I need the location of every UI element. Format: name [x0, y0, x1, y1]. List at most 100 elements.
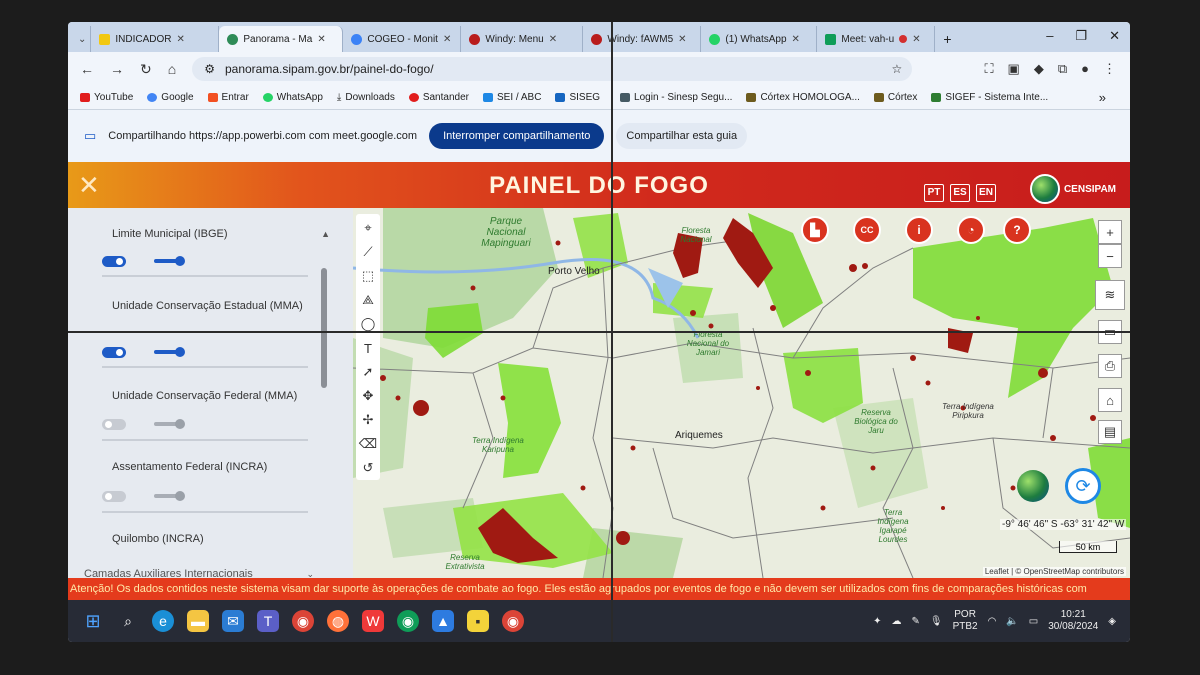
layers-icon[interactable]: ≋ [1095, 280, 1125, 310]
text-icon[interactable]: T [358, 336, 378, 360]
mail-icon[interactable]: ✉ [222, 610, 244, 632]
new-tab-button[interactable]: + [935, 26, 959, 52]
opacity-slider[interactable] [154, 491, 185, 501]
collapse-arrow-icon[interactable]: ▲ [321, 226, 330, 242]
site-info-icon[interactable]: ⚙ [204, 62, 215, 76]
extension-icon[interactable]: ⛶ [984, 61, 993, 77]
tab[interactable]: Windy: fAWM5 ✕ [583, 26, 702, 52]
extension-icon[interactable]: ◆ [1034, 61, 1044, 77]
keyboard-language[interactable]: POR PTB2 [953, 609, 978, 633]
close-icon[interactable]: ✕ [678, 34, 686, 45]
bookmark[interactable]: WhatsApp [262, 92, 323, 103]
stop-sharing-button[interactable]: Interromper compartilhamento [429, 123, 605, 149]
undo-icon[interactable]: ↺ [358, 456, 378, 480]
lang-pt-button[interactable]: PT [924, 184, 944, 202]
bookmark-star-icon[interactable]: ☆ [891, 62, 902, 76]
cursor-icon[interactable]: ➚ [358, 360, 378, 384]
square-icon[interactable]: ⬚ [358, 264, 378, 288]
back-icon[interactable]: ← [80, 61, 94, 77]
tab[interactable]: COGEO - Monit ✕ [343, 26, 462, 52]
cloud-icon[interactable]: ☁ [891, 616, 901, 627]
sticky-notes-icon[interactable]: ▪ [467, 610, 489, 632]
pie-button[interactable]: ◔ [957, 216, 985, 244]
pen-icon[interactable]: ✎ [911, 616, 919, 627]
layer-toggle[interactable] [102, 347, 126, 358]
forward-icon[interactable]: → [110, 61, 124, 77]
tab[interactable]: Meet: vah-u ✕ [817, 26, 936, 52]
profile-avatar[interactable]: ● [1081, 61, 1089, 77]
chrome-icon[interactable]: ◉ [292, 610, 314, 632]
volume-icon[interactable]: 🔈 [1006, 616, 1018, 627]
fire-map[interactable]: Porto Velho Ariquemes Parque Nacional Ma… [353, 208, 1130, 578]
tab[interactable]: (1) WhatsApp ✕ [701, 26, 818, 52]
restore-icon[interactable]: ❐ [1075, 28, 1087, 44]
bookmark[interactable]: Login - Sinesp Segu... [620, 92, 732, 103]
firefox-icon[interactable]: ◍ [327, 610, 349, 632]
bookmark[interactable]: SIGEF - Sistema Inte... [931, 92, 1048, 103]
close-icon[interactable]: ✕ [912, 34, 920, 45]
info-button[interactable]: i [905, 216, 933, 244]
search-icon[interactable]: ⌕ [117, 610, 139, 632]
chart-button[interactable]: ▙ [801, 216, 829, 244]
layer-toggle[interactable] [102, 491, 126, 502]
zoom-out-button[interactable]: − [1098, 244, 1122, 268]
close-icon[interactable]: ✕ [792, 34, 800, 45]
minimize-icon[interactable]: – [1046, 28, 1053, 44]
tab[interactable]: Windy: Menu ✕ [461, 26, 584, 52]
tab-list-button[interactable]: ⌄ [74, 26, 92, 52]
bookmark[interactable]: Santander [408, 92, 469, 103]
layer-toggle[interactable] [102, 419, 126, 430]
copilot-icon[interactable]: ✦ [873, 616, 881, 627]
bookmark[interactable]: SISEG [555, 92, 600, 103]
polyline-icon[interactable]: ⟋ [358, 240, 378, 264]
globe-logo-icon[interactable] [1017, 470, 1049, 502]
print-icon[interactable]: ⎙ [1098, 354, 1122, 378]
folder-icon[interactable]: ▤ [1098, 420, 1122, 444]
layer-toggle[interactable] [102, 256, 126, 267]
bookmark[interactable]: Córtex [873, 92, 917, 103]
move-icon[interactable]: ✥ [358, 384, 378, 408]
help-button[interactable]: ? [1003, 216, 1031, 244]
microphone-icon[interactable]: 🎙 [930, 616, 943, 627]
opacity-slider[interactable] [154, 419, 185, 429]
share-this-tab-button[interactable]: Compartilhar esta guia [616, 123, 748, 149]
edge-icon[interactable]: e [152, 610, 174, 632]
bookmark[interactable]: Google [147, 92, 194, 103]
bookmark[interactable]: ⤓ Downloads [337, 92, 395, 103]
battery-icon[interactable]: ▭ [1029, 616, 1038, 627]
wifi-icon[interactable]: ◠ [988, 616, 997, 627]
url-field[interactable]: ⚙ panorama.sipam.gov.br/painel-do-fogo/ … [192, 57, 913, 81]
notification-icon[interactable]: ◈ [1108, 616, 1116, 627]
menu-icon[interactable]: ⋮ [1103, 61, 1116, 77]
lang-es-button[interactable]: ES [950, 184, 970, 202]
clock[interactable]: 10:21 30/08/2024 [1048, 609, 1098, 633]
photos-icon[interactable]: ▲ [432, 610, 454, 632]
bookmark[interactable]: Entrar [207, 92, 249, 103]
extension-icon[interactable]: ▣ [1008, 61, 1020, 77]
close-window-icon[interactable]: ✕ [1109, 28, 1120, 44]
lang-en-button[interactable]: EN [976, 184, 996, 202]
tab-active[interactable]: Panorama - Ma ✕ [219, 26, 344, 52]
tab[interactable]: INDICADOR ✕ [91, 26, 220, 52]
close-icon[interactable]: ✕ [443, 34, 451, 45]
close-icon[interactable]: ✕ [317, 34, 325, 45]
file-explorer-icon[interactable]: ▬ [187, 610, 209, 632]
windows-start-icon[interactable]: ⊞ [82, 610, 104, 632]
home-map-icon[interactable]: ⌂ [1098, 388, 1122, 412]
eraser-icon[interactable]: ⌫ [358, 432, 378, 456]
cc-button[interactable]: CC [853, 216, 881, 244]
bookmark[interactable]: YouTube [80, 92, 133, 103]
rotate-icon[interactable]: ✢ [358, 408, 378, 432]
opacity-slider[interactable] [154, 256, 185, 266]
chrome-icon[interactable]: ◉ [397, 610, 419, 632]
chrome-icon[interactable]: ◉ [502, 610, 524, 632]
home-icon[interactable]: ⌂ [168, 61, 176, 77]
zoom-in-button[interactable]: + [1098, 220, 1122, 244]
aux-section-header[interactable]: Camadas Auxiliares Internacionais ⌄ [84, 566, 314, 578]
teams-icon[interactable]: T [257, 610, 279, 632]
puzzle-icon[interactable]: ⧉ [1058, 61, 1067, 77]
close-icon[interactable]: ✕ [177, 34, 185, 45]
more-bookmarks-button[interactable]: » [1099, 90, 1106, 105]
sidebar-scrollbar[interactable] [321, 268, 327, 388]
polygon-icon[interactable]: ⟁ [358, 288, 378, 312]
